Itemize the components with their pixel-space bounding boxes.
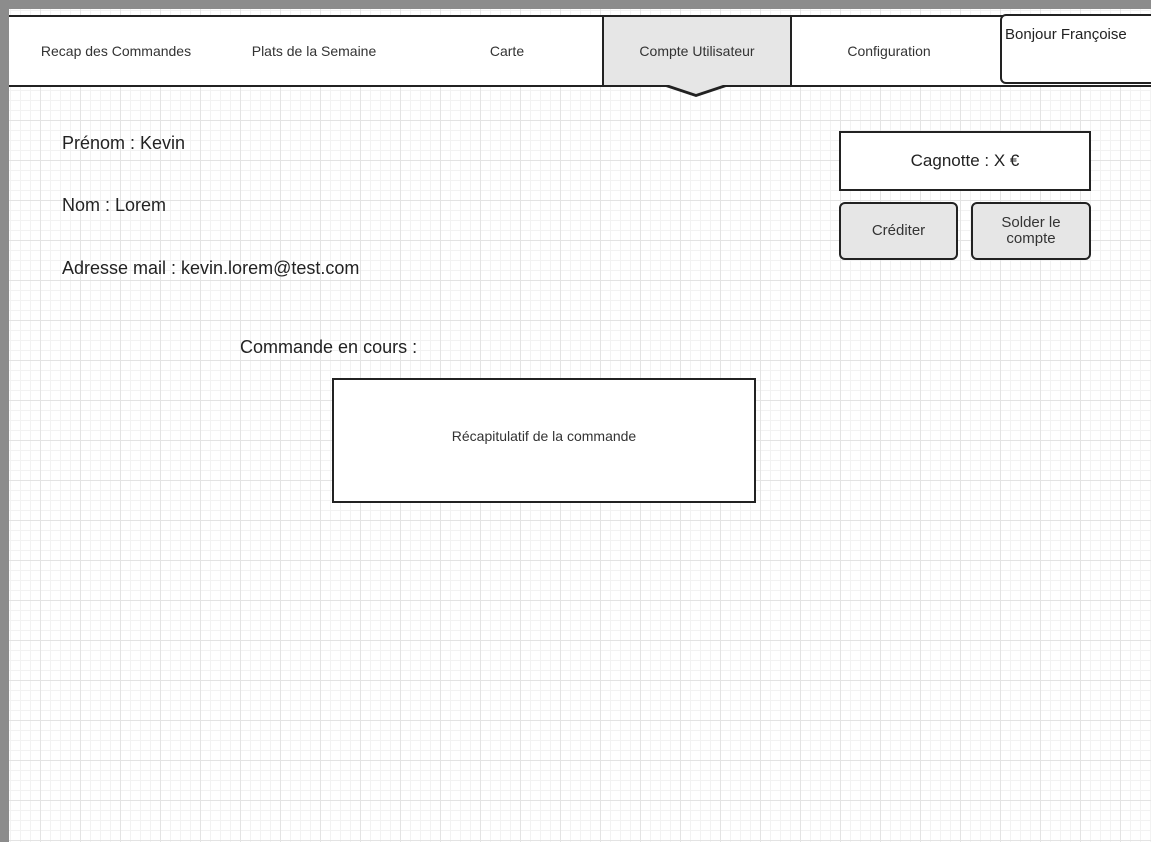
credit-button-label: Créditer [871,222,926,240]
frame-border-left [0,0,9,842]
user-greeting[interactable]: Bonjour Françoise [1000,14,1151,84]
email-field: Adresse mail : kevin.lorem@test.com [62,258,360,278]
nav-item-label: Configuration [847,43,931,59]
current-order-title: Commande en cours : [240,337,418,357]
first-name-field: Prénom : Kevin [62,133,186,153]
nav-item-label: Compte Utilisateur [639,43,755,59]
credit-button[interactable]: Créditer [839,202,958,260]
frame-border-top [0,0,1151,9]
last-name-field: Nom : Lorem [62,195,167,215]
order-summary-placeholder: Récapitulatif de la commande [451,427,637,444]
nav-item-compte-utilisateur[interactable]: Compte Utilisateur [602,15,792,87]
wallet-balance-label: Cagnotte : X € [910,151,1020,170]
nav-item-label: Plats de la Semaine [251,43,377,59]
nav-item-label: Carte [489,43,525,59]
active-tab-indicator-fill [669,85,723,94]
settle-button-label-line1: Solder le [1001,214,1061,232]
nav-item-recap-commandes[interactable]: Recap des Commandes [16,15,216,87]
wallet-balance: Cagnotte : X € [839,131,1091,191]
order-summary-box: Récapitulatif de la commande [332,378,756,503]
settle-button-label-line2: compte [1006,230,1056,247]
nav-item-carte[interactable]: Carte [412,15,602,87]
settle-account-button[interactable]: Solder le compte [971,202,1091,260]
greeting-text: Bonjour Françoise [1005,26,1127,43]
nav-item-plats-semaine[interactable]: Plats de la Semaine [216,15,412,87]
nav-item-configuration[interactable]: Configuration [792,15,986,87]
nav-item-label: Recap des Commandes [40,43,192,59]
